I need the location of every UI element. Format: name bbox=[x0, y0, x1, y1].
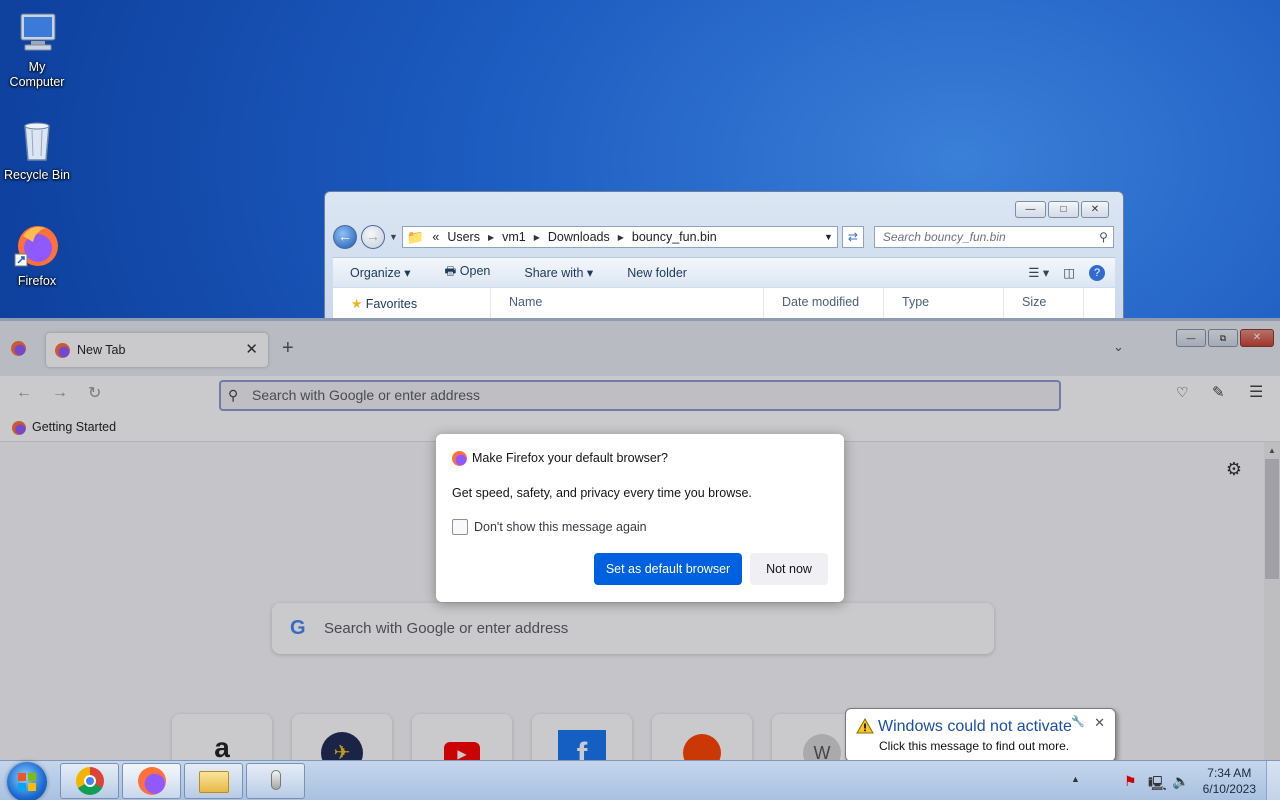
share-with-button[interactable]: Share with ▾ bbox=[507, 265, 610, 280]
file-list-header: ★ Favorites Name Date modified Type Size bbox=[333, 288, 1115, 318]
dialog-description: Get speed, safety, and privacy every tim… bbox=[452, 486, 752, 500]
firefox-icon bbox=[13, 222, 61, 270]
explorer-toolbar: Organize ▾ 🖶 Open Share with ▾ New folde… bbox=[333, 257, 1115, 287]
options-icon[interactable]: 🔧 bbox=[1071, 715, 1085, 728]
address-bar[interactable]: 📁 « Users ▶ vm1 ▶ Downloads ▶ bouncy_fun… bbox=[401, 226, 838, 248]
star-icon: ★ bbox=[351, 297, 363, 311]
column-header-size[interactable]: Size bbox=[1004, 288, 1084, 318]
desktop-icon-label: My Computer bbox=[9, 60, 65, 89]
new-folder-button[interactable]: New folder bbox=[610, 266, 704, 280]
clock-date: 6/10/2023 bbox=[1202, 782, 1256, 796]
close-icon[interactable]: ✕ bbox=[1094, 715, 1105, 731]
chevron-right-icon[interactable]: ▶ bbox=[488, 233, 494, 242]
maximize-button[interactable]: □ bbox=[1048, 201, 1079, 218]
column-header-date-modified[interactable]: Date modified bbox=[764, 288, 884, 318]
desktop-icon-firefox[interactable]: Firefox bbox=[1, 222, 73, 289]
notification-title: Windows could not activate bbox=[878, 718, 1072, 735]
search-icon: ⚲ bbox=[1099, 230, 1108, 244]
action-center-flag-icon[interactable]: ⚑ bbox=[1124, 773, 1137, 790]
minimize-button[interactable]: — bbox=[1015, 201, 1046, 218]
view-options-icon[interactable]: ☰ ▾ bbox=[1028, 265, 1049, 281]
column-header-name[interactable]: Name bbox=[491, 288, 764, 318]
computer-icon bbox=[13, 8, 61, 56]
desktop-icon-my-computer[interactable]: My Computer bbox=[1, 8, 73, 90]
taskbar-firefox[interactable] bbox=[122, 763, 181, 799]
firefox-icon bbox=[452, 451, 467, 466]
windows-logo-icon bbox=[18, 773, 36, 791]
breadcrumb-downloads[interactable]: Downloads bbox=[548, 230, 610, 244]
breadcrumb-overflow[interactable]: « bbox=[432, 230, 439, 244]
open-button[interactable]: 🖶 Open bbox=[427, 262, 507, 283]
explorer-window[interactable]: — □ ✕ ← → ▼ 📁 « Users ▶ vm1 ▶ Downloads … bbox=[324, 191, 1124, 331]
default-browser-dialog: Make Firefox your default browser? Get s… bbox=[436, 434, 844, 602]
desktop-icon-label: Firefox bbox=[17, 274, 57, 288]
dont-show-checkbox[interactable] bbox=[452, 519, 468, 535]
show-hidden-icons[interactable]: ▲ bbox=[1071, 774, 1080, 784]
taskbar: ▲ ⚑ 🖳 🔈 7:34 AM 6/10/2023 bbox=[0, 760, 1280, 800]
breadcrumb-users[interactable]: Users bbox=[447, 230, 480, 244]
taskbar-file-explorer[interactable] bbox=[184, 763, 243, 799]
desktop-icon-recycle-bin[interactable]: Recycle Bin bbox=[1, 116, 73, 183]
volume-muted-icon[interactable]: 🔈 bbox=[1172, 773, 1189, 790]
preview-pane-icon[interactable]: ◫ bbox=[1063, 265, 1075, 281]
set-default-browser-button[interactable]: Set as default browser bbox=[594, 553, 742, 585]
organize-button[interactable]: Organize ▾ bbox=[333, 265, 427, 280]
folder-icon: 📁 bbox=[406, 228, 425, 245]
not-now-button[interactable]: Not now bbox=[750, 553, 828, 585]
open-label: Open bbox=[459, 264, 491, 278]
network-icon[interactable]: 🖳 bbox=[1148, 773, 1167, 797]
start-button[interactable] bbox=[7, 762, 47, 800]
explorer-nav-bar: ← → ▼ 📁 « Users ▶ vm1 ▶ Downloads ▶ boun… bbox=[333, 224, 1115, 250]
chrome-icon bbox=[75, 767, 104, 795]
show-desktop-button[interactable] bbox=[1266, 761, 1280, 800]
activation-notification[interactable]: Windows could not activate Click this me… bbox=[845, 708, 1116, 782]
refresh-button[interactable]: ⇄ bbox=[841, 226, 864, 248]
recent-pages-icon[interactable]: ▼ bbox=[389, 232, 398, 242]
forward-button[interactable]: → bbox=[361, 225, 385, 249]
sidebar-item-favorites[interactable]: ★ Favorites bbox=[333, 288, 491, 318]
explorer-search-input[interactable]: Search bouncy_fun.bin ⚲ bbox=[873, 226, 1114, 248]
recycle-bin-icon bbox=[13, 116, 61, 164]
close-button[interactable]: ✕ bbox=[1081, 201, 1109, 218]
favorites-label: Favorites bbox=[365, 297, 418, 311]
chevron-right-icon[interactable]: ▶ bbox=[618, 233, 624, 242]
folder-icon bbox=[198, 771, 229, 793]
help-icon[interactable]: ? bbox=[1089, 264, 1105, 281]
clock-time: 7:34 AM bbox=[1207, 766, 1252, 780]
open-icon: 🖶 bbox=[444, 264, 457, 278]
back-button[interactable]: ← bbox=[333, 225, 357, 249]
search-placeholder: Search bouncy_fun.bin bbox=[882, 230, 1006, 244]
column-header-type[interactable]: Type bbox=[884, 288, 1004, 318]
breadcrumb-file[interactable]: bouncy_fun.bin bbox=[632, 230, 717, 244]
taskbar-chrome[interactable] bbox=[60, 763, 119, 799]
chevron-down-icon[interactable]: ▼ bbox=[824, 232, 833, 242]
organize-label: Organize bbox=[350, 266, 401, 280]
clock[interactable]: 7:34 AM 6/10/2023 bbox=[1203, 765, 1256, 797]
microphone-icon bbox=[270, 770, 281, 790]
chevron-right-icon[interactable]: ▶ bbox=[534, 233, 540, 242]
breadcrumb-vm1[interactable]: vm1 bbox=[502, 230, 526, 244]
taskbar-microphone[interactable] bbox=[246, 763, 305, 799]
dont-show-label[interactable]: Don't show this message again bbox=[474, 520, 647, 534]
desktop-icon-label: Recycle Bin bbox=[4, 168, 70, 182]
warning-icon bbox=[856, 717, 874, 737]
firefox-icon bbox=[137, 767, 166, 795]
notification-body: Click this message to find out more. bbox=[879, 739, 1070, 753]
window-controls: — □ ✕ bbox=[1015, 201, 1109, 218]
dialog-title: Make Firefox your default browser? bbox=[472, 451, 668, 465]
share-with-label: Share with bbox=[524, 266, 584, 280]
